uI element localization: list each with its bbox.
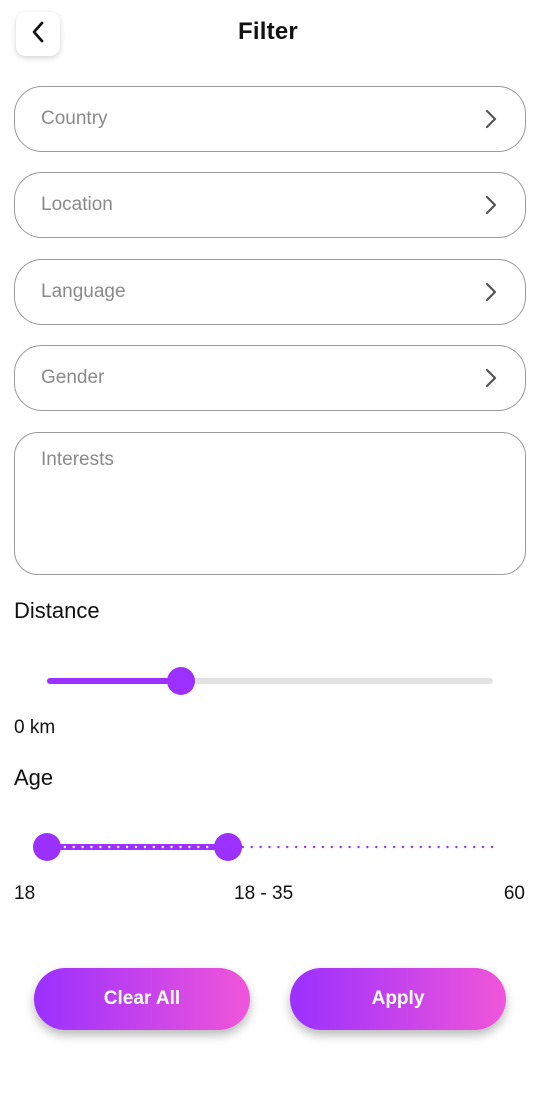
age-range-value: 18 - 35 bbox=[234, 883, 294, 904]
age-track-tick bbox=[63, 845, 66, 849]
age-track-tick bbox=[170, 845, 173, 849]
age-track-tick bbox=[428, 845, 431, 849]
age-track-tick bbox=[455, 845, 458, 849]
age-track-tick bbox=[125, 845, 129, 849]
age-track-tick bbox=[206, 845, 209, 849]
age-min-thumb[interactable] bbox=[33, 833, 61, 861]
age-max-thumb[interactable] bbox=[213, 833, 242, 861]
age-track-tick bbox=[348, 845, 351, 849]
chevron-right-icon bbox=[483, 281, 499, 303]
age-track-tick bbox=[143, 845, 147, 849]
age-track-tick bbox=[401, 845, 405, 849]
age-track-tick bbox=[250, 845, 253, 849]
language-select[interactable]: Language bbox=[14, 259, 526, 325]
age-track-tick bbox=[188, 845, 191, 849]
distance-track-fill bbox=[47, 678, 181, 684]
age-track-tick bbox=[303, 845, 307, 849]
age-track-tick bbox=[268, 845, 271, 849]
age-track-tick bbox=[259, 845, 262, 849]
age-track-tick bbox=[286, 845, 289, 849]
apply-button[interactable]: Apply bbox=[290, 968, 506, 1030]
page-title: Filter bbox=[238, 18, 298, 45]
age-track-tick bbox=[366, 845, 369, 849]
age-track-tick bbox=[392, 845, 396, 849]
chevron-right-icon bbox=[483, 108, 499, 130]
interests-textarea[interactable]: Interests bbox=[14, 432, 526, 575]
age-track-tick bbox=[108, 845, 111, 849]
age-track-tick bbox=[179, 845, 182, 849]
age-track-tick bbox=[357, 845, 360, 849]
age-max-label: 60 bbox=[503, 883, 525, 904]
location-select[interactable]: Location bbox=[14, 172, 526, 238]
location-placeholder: Location bbox=[41, 194, 113, 215]
age-track-tick bbox=[161, 845, 164, 849]
age-track-tick bbox=[321, 845, 325, 849]
age-track-tick bbox=[384, 845, 387, 849]
age-track-tick bbox=[490, 845, 494, 849]
age-track-tick bbox=[464, 845, 467, 849]
age-track-tick bbox=[481, 845, 485, 849]
country-placeholder: Country bbox=[41, 108, 108, 129]
interests-placeholder: Interests bbox=[41, 449, 114, 470]
age-track-tick bbox=[446, 845, 449, 849]
distance-label: Distance bbox=[14, 598, 100, 623]
age-track-tick bbox=[375, 845, 378, 849]
age-track-tick bbox=[241, 845, 244, 849]
age-track-tick bbox=[117, 845, 120, 849]
age-track-tick bbox=[134, 845, 138, 849]
age-track-tick bbox=[295, 845, 298, 849]
age-track-tick bbox=[410, 845, 414, 849]
age-track-tick bbox=[99, 845, 102, 849]
age-track-tick bbox=[473, 845, 476, 849]
gender-placeholder: Gender bbox=[41, 367, 105, 388]
age-track-tick bbox=[330, 845, 333, 849]
age-track-tick bbox=[277, 845, 280, 849]
age-track-tick bbox=[81, 845, 84, 849]
language-placeholder: Language bbox=[41, 281, 126, 302]
distance-thumb[interactable] bbox=[166, 667, 195, 695]
gender-select[interactable]: Gender bbox=[14, 345, 526, 411]
age-min-label: 18 bbox=[14, 883, 36, 904]
chevron-right-icon bbox=[483, 194, 499, 216]
age-track bbox=[45, 844, 494, 850]
country-select[interactable]: Country bbox=[14, 86, 526, 152]
age-track-tick bbox=[437, 845, 440, 849]
age-track-tick bbox=[72, 845, 75, 849]
age-track-tick bbox=[197, 845, 200, 849]
age-track-tick bbox=[90, 845, 93, 849]
distance-value: 0 km bbox=[14, 717, 56, 738]
age-label: Age bbox=[14, 765, 54, 790]
chevron-right-icon bbox=[483, 367, 499, 389]
age-track-tick bbox=[419, 845, 422, 849]
clear-all-button[interactable]: Clear All bbox=[34, 968, 250, 1030]
age-track-tick bbox=[152, 845, 155, 849]
age-track-tick bbox=[312, 845, 316, 849]
age-track-tick bbox=[339, 845, 342, 849]
